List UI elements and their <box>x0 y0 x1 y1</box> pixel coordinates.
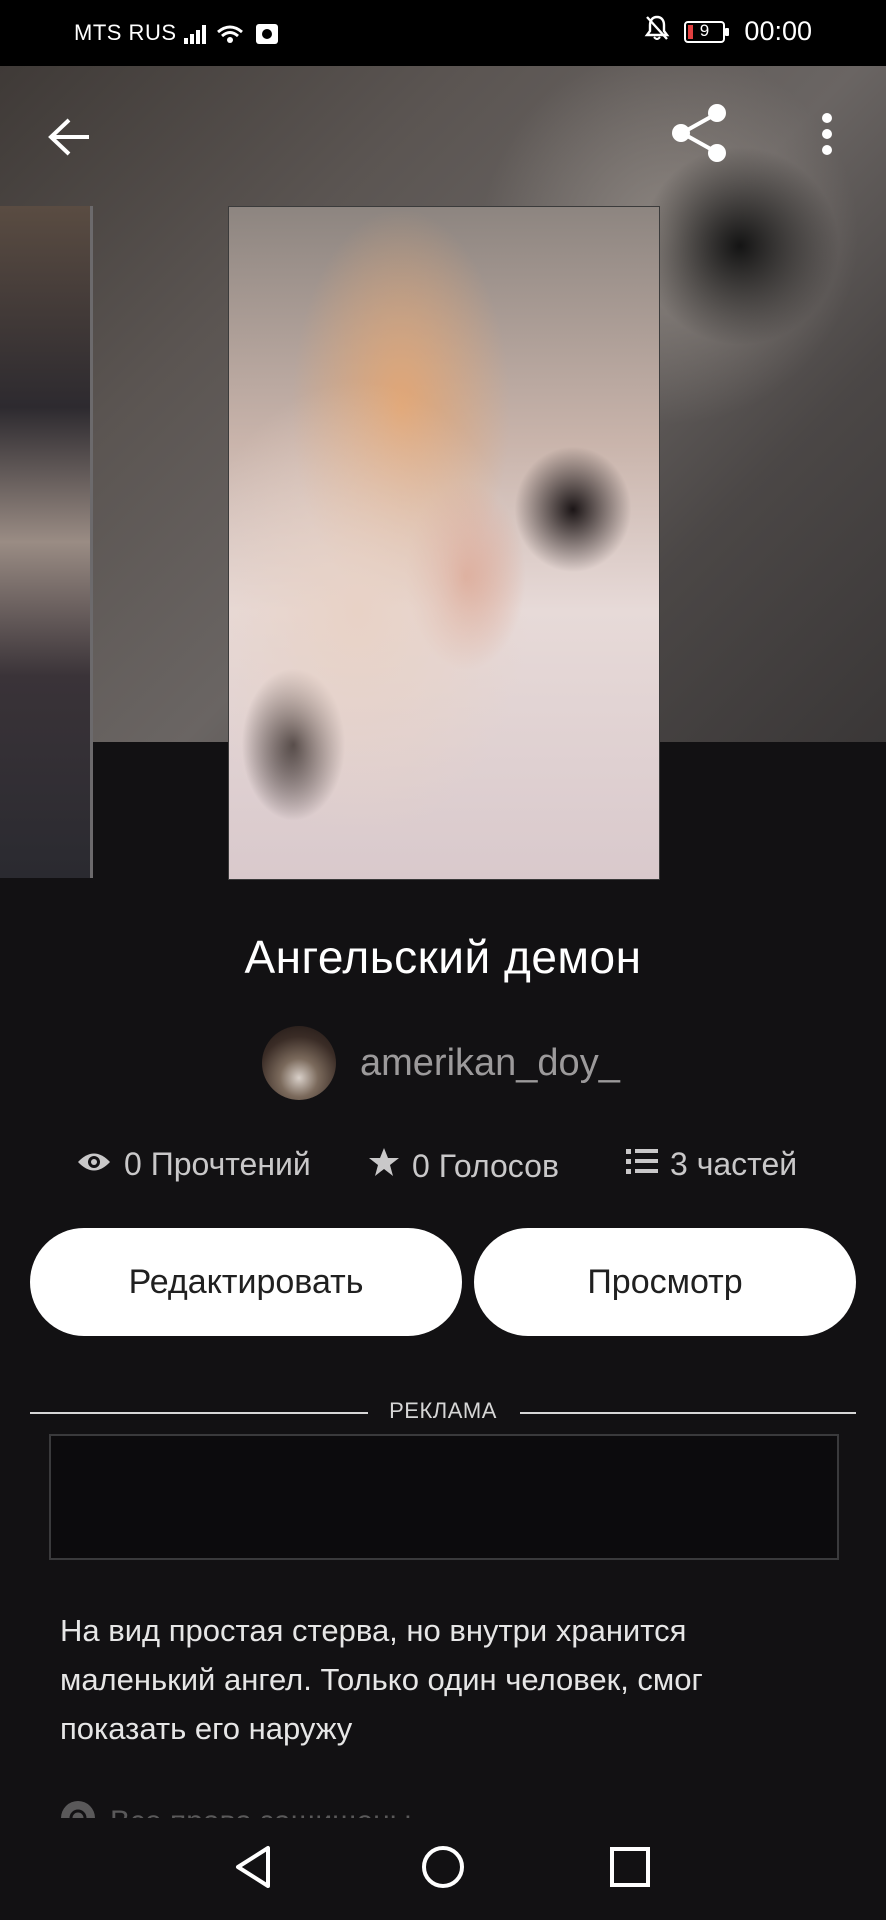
nav-back-button[interactable] <box>224 1844 284 1894</box>
battery-level: 9 <box>699 20 710 40</box>
author-link[interactable]: amerikan_doy_ <box>262 1026 620 1100</box>
mute-bell-icon <box>644 14 670 49</box>
triangle-back-icon <box>234 1845 274 1894</box>
system-navigation-bar <box>0 1818 886 1920</box>
story-title: Ангельский демон <box>244 931 642 983</box>
eye-icon <box>76 1146 112 1183</box>
more-vert-icon <box>820 112 834 161</box>
reads-stat: 0 Прочтений <box>76 1146 311 1183</box>
reads-count: 0 Прочтений <box>124 1146 311 1182</box>
story-description: На вид простая стерва, но внутри хранитс… <box>60 1613 703 1746</box>
share-icon <box>668 102 730 169</box>
view-button[interactable]: Просмотр <box>474 1228 856 1336</box>
votes-count: 0 Голосов <box>412 1147 559 1184</box>
background-shadow <box>640 146 840 346</box>
share-button[interactable] <box>664 100 734 170</box>
parts-count: 3 частей <box>670 1146 798 1182</box>
ad-divider-right <box>520 1412 856 1414</box>
signal-icons <box>180 18 290 54</box>
more-options-button[interactable] <box>806 108 848 164</box>
back-button[interactable] <box>38 108 100 170</box>
ad-label: РЕКЛАМА <box>389 1398 497 1423</box>
battery-icon: 9 <box>684 20 730 44</box>
square-recents-icon <box>609 1846 651 1893</box>
arrow-left-icon <box>47 117 91 162</box>
ad-banner[interactable] <box>49 1434 839 1560</box>
star-icon <box>368 1146 400 1186</box>
list-icon <box>626 1146 658 1183</box>
clock: 00:00 <box>744 16 812 46</box>
previous-story-cover[interactable] <box>0 206 93 878</box>
circle-home-icon <box>420 1844 466 1895</box>
edit-button[interactable]: Редактировать <box>30 1228 462 1336</box>
nav-home-button[interactable] <box>413 1844 473 1894</box>
status-bar: MTS RUS 9 00:00 <box>0 0 886 66</box>
carrier-label: MTS RUS <box>74 20 177 45</box>
author-name[interactable]: amerikan_doy_ <box>360 1042 620 1085</box>
nav-recents-button[interactable] <box>600 1844 660 1894</box>
parts-stat: 3 частей <box>626 1146 797 1183</box>
story-cover[interactable] <box>228 206 660 880</box>
votes-stat: 0 Голосов <box>368 1146 559 1186</box>
story-stats: 0 Прочтений 0 Голосов 3 частей <box>0 1146 886 1192</box>
author-avatar[interactable] <box>262 1026 336 1100</box>
